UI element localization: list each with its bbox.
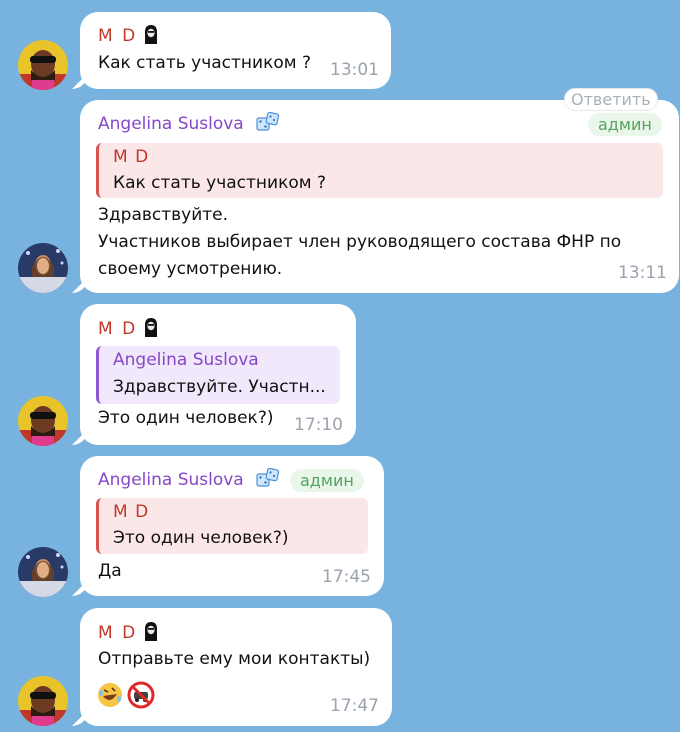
message-bubble-4[interactable]: Angelina Suslova админ M D Это один чело… — [80, 456, 384, 596]
quote-sender: M D — [113, 502, 150, 522]
quote-sender: Angelina Suslova — [113, 350, 259, 370]
message-time: 17:10 — [294, 415, 343, 435]
message-bubble-2[interactable]: Angelina Suslova Ответить админ M D Как … — [80, 88, 679, 293]
sender-name[interactable]: Angelina Suslova — [98, 114, 244, 134]
message-text: Как стать участником ? — [98, 53, 312, 73]
message-bubble-3[interactable]: M D Angelina Suslova Здравствуйте. Участ… — [80, 304, 356, 445]
avatar-angelina[interactable] — [18, 243, 68, 293]
reply-quote[interactable]: M D Как стать участником ? — [96, 143, 663, 198]
no-cars-emoji-icon — [127, 681, 155, 709]
message-time: 13:11 — [618, 263, 667, 283]
hooded-figure-icon — [145, 318, 157, 337]
dice-icon — [256, 112, 280, 131]
quote-text: Это один человек?) — [113, 528, 289, 548]
avatar-angelina[interactable] — [18, 547, 68, 597]
message-text-line: своему усмотрению. — [98, 259, 283, 279]
sender-name[interactable]: M D — [98, 623, 137, 643]
message-text: Это один человек?) — [98, 408, 274, 428]
reply-quote[interactable]: M D Это один человек?) — [96, 498, 368, 554]
message-text: Да — [98, 561, 122, 581]
message-bubble-1[interactable]: M D Как стать участником ? 13:01 — [80, 12, 391, 89]
sender-name[interactable]: M D — [98, 319, 137, 339]
avatar-md[interactable] — [18, 40, 68, 90]
reply-button[interactable]: Ответить — [564, 88, 658, 111]
reply-quote[interactable]: Angelina Suslova Здравствуйте. Участн... — [96, 346, 340, 404]
quote-text: Как стать участником ? — [113, 173, 327, 193]
dice-icon — [256, 468, 280, 487]
hooded-figure-icon — [145, 25, 157, 44]
rolling-laughing-emoji-icon — [98, 683, 122, 707]
message-text: Отправьте ему мои контакты) — [98, 649, 371, 669]
sender-name[interactable]: M D — [98, 26, 137, 46]
quote-text: Здравствуйте. Участн... — [113, 377, 326, 397]
message-time: 17:47 — [330, 696, 379, 716]
avatar-md[interactable] — [18, 396, 68, 446]
message-text-line: Здравствуйте. — [98, 205, 229, 225]
message-text-line: Участников выбирает член руководящего со… — [98, 232, 622, 252]
message-time: 13:01 — [330, 60, 379, 80]
message-time: 17:45 — [322, 567, 371, 587]
admin-badge: админ — [588, 113, 662, 136]
admin-badge: админ — [290, 469, 364, 492]
quote-sender: M D — [113, 147, 150, 167]
message-bubble-5[interactable]: M D Отправьте ему мои контакты) 17:47 — [80, 608, 392, 726]
hooded-figure-icon — [145, 622, 157, 641]
sender-name[interactable]: Angelina Suslova — [98, 470, 244, 490]
avatar-md[interactable] — [18, 676, 68, 726]
